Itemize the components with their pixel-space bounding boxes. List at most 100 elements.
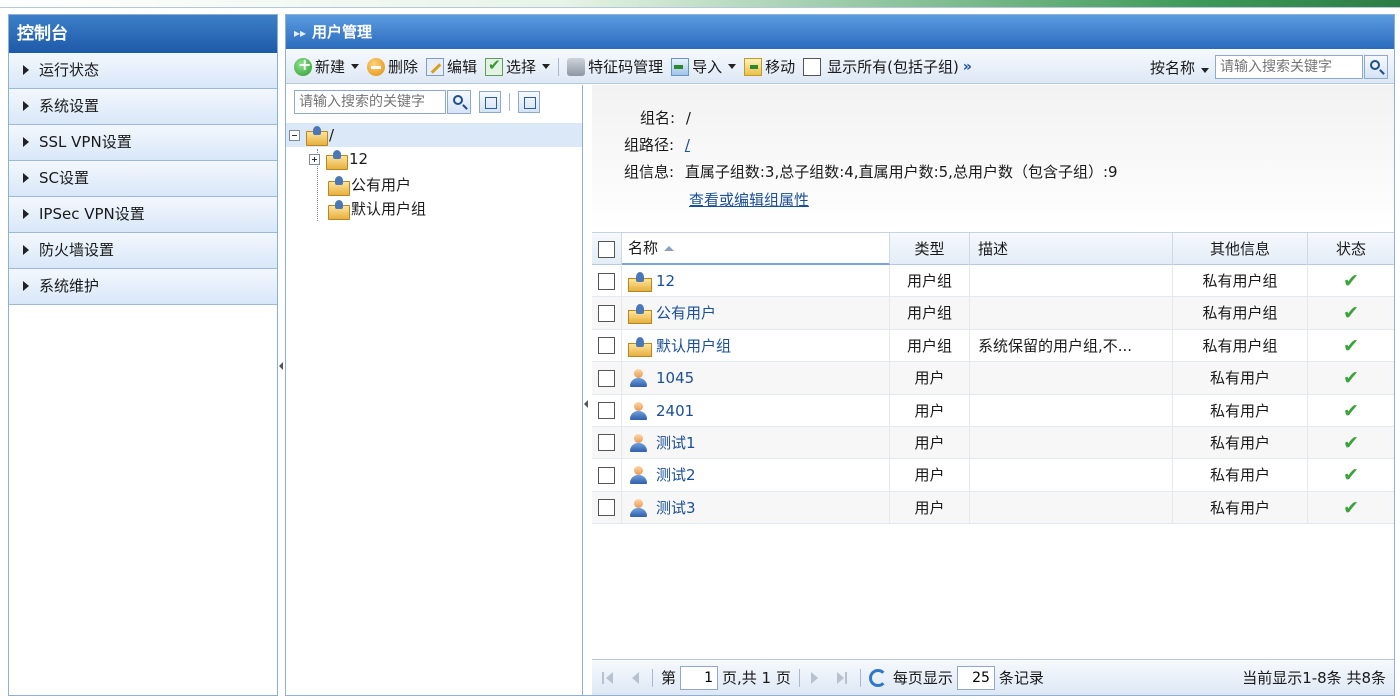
column-header-other[interactable]: 其他信息	[1173, 233, 1308, 265]
more-tools-icon[interactable]: »	[963, 59, 972, 75]
row-checkbox[interactable]	[598, 337, 615, 355]
table-row[interactable]: 测试2 用户 私有用户 ✔	[592, 459, 1394, 492]
sort-asc-icon	[664, 245, 675, 251]
collapse-icon[interactable]	[289, 129, 300, 141]
per-page-label: 每页显示	[892, 669, 953, 687]
caret-right-icon	[23, 64, 29, 75]
expand-icon[interactable]	[309, 153, 320, 165]
sidebar-item-ipsec-vpn[interactable]: IPSec VPN设置	[9, 197, 277, 233]
tree-node-12[interactable]: 12	[309, 150, 368, 170]
row-name-link[interactable]: 公有用户	[656, 297, 716, 329]
new-button[interactable]: 新建	[294, 55, 360, 77]
column-header-desc[interactable]: 描述	[970, 233, 1173, 265]
status-cell: ✔	[1308, 297, 1394, 329]
column-header-name[interactable]: 名称	[622, 233, 890, 265]
row-name-link[interactable]: 测试1	[656, 427, 696, 459]
row-checkbox[interactable]	[598, 434, 615, 452]
top-strip	[0, 0, 1400, 8]
tree-list-icon[interactable]	[518, 91, 540, 113]
tree-node-public-users[interactable]: 公有用户	[328, 174, 412, 196]
row-checkbox[interactable]	[598, 499, 615, 517]
column-header-status[interactable]: 状态	[1308, 233, 1394, 265]
search-button[interactable]	[1364, 55, 1388, 79]
column-header-type[interactable]: 类型	[890, 233, 970, 265]
refresh-icon[interactable]	[868, 668, 887, 687]
row-name-link[interactable]: 2401	[656, 395, 694, 427]
row-name-link[interactable]: 测试3	[656, 492, 696, 524]
dropdown-caret-icon[interactable]	[542, 64, 551, 69]
sidebar-item-firewall[interactable]: 防火墙设置	[9, 233, 277, 269]
search-by-label: 按名称	[1149, 58, 1195, 77]
check-icon: ✔	[1343, 270, 1359, 292]
name-cell: 2401	[622, 394, 890, 427]
table-row[interactable]: 测试1 用户 私有用户 ✔	[592, 426, 1394, 460]
row-checkbox[interactable]	[598, 466, 615, 484]
row-name-link[interactable]: 12	[656, 265, 675, 297]
desc-cell	[970, 394, 1173, 427]
table-row[interactable]: 1045 用户 私有用户 ✔	[592, 362, 1394, 395]
toolbar-divider	[558, 57, 560, 76]
row-checkbox[interactable]	[598, 402, 615, 420]
sidebar-item-label: 防火墙设置	[39, 241, 115, 259]
row-select-cell	[592, 459, 622, 492]
pager-divider	[859, 668, 861, 687]
name-cell: 1045	[622, 362, 890, 395]
name-cell: 测试3	[622, 491, 890, 524]
row-checkbox[interactable]	[598, 369, 615, 387]
row-select-cell	[592, 265, 622, 297]
row-checkbox[interactable]	[598, 304, 615, 322]
table-row[interactable]: 2401 用户 私有用户 ✔	[592, 394, 1394, 427]
table-row[interactable]: 12 用户组 私有用户组 ✔	[592, 265, 1394, 298]
show-all-checkbox[interactable]	[803, 57, 822, 76]
edit-group-properties-link[interactable]: 查看或编辑组属性	[689, 191, 809, 209]
tree-node-root[interactable]: /	[289, 126, 335, 146]
per-page-input[interactable]	[956, 665, 995, 690]
group-path-link[interactable]: /	[685, 136, 690, 154]
group-info-label: 组信息:	[624, 163, 675, 181]
prev-page-icon[interactable]	[626, 670, 642, 686]
first-page-icon[interactable]	[600, 670, 616, 686]
sidebar-item-system-settings[interactable]: 系统设置	[9, 89, 277, 125]
last-page-icon[interactable]	[834, 670, 850, 686]
edit-button[interactable]: 编辑	[426, 56, 477, 77]
feature-code-button[interactable]: 特征码管理	[567, 56, 663, 77]
select-all-checkbox[interactable]	[598, 240, 615, 258]
select-button[interactable]: 选择	[485, 56, 551, 77]
sidebar-item-sc[interactable]: SC设置	[9, 161, 277, 197]
dropdown-caret-icon[interactable]	[728, 64, 737, 69]
other-cell: 私有用户	[1173, 362, 1308, 395]
sidebar-item-run-status[interactable]: 运行状态	[9, 53, 277, 89]
show-all-toggle[interactable]: 显示所有(包括子组)»	[803, 56, 972, 77]
dropdown-caret-icon[interactable]	[351, 64, 360, 69]
sidebar-item-maintenance[interactable]: 系统维护	[9, 269, 277, 305]
tree-node-label: 公有用户	[351, 176, 412, 194]
tree-expand-icon[interactable]	[479, 91, 501, 113]
sidebar-item-label: 系统维护	[39, 277, 100, 295]
table-row[interactable]: 默认用户组 用户组 系统保留的用户组,不... 私有用户组 ✔	[592, 329, 1394, 363]
row-name-link[interactable]: 1045	[656, 362, 694, 394]
sidebar-item-ssl-vpn[interactable]: SSL VPN设置	[9, 125, 277, 161]
next-page-icon[interactable]	[808, 670, 824, 686]
page-number-input[interactable]	[680, 665, 719, 690]
group-name-value: /	[685, 109, 691, 127]
tree-node-default-group[interactable]: 默认用户组	[328, 198, 426, 220]
search-by-select[interactable]: 按名称	[1150, 57, 1209, 78]
tree-search-row	[294, 90, 540, 114]
add-circle-icon	[294, 55, 312, 76]
move-button[interactable]: 移动	[744, 56, 795, 77]
feature-code-label: 特征码管理	[588, 58, 664, 76]
delete-button[interactable]: 删除	[367, 56, 418, 77]
row-checkbox[interactable]	[598, 272, 615, 290]
dropdown-caret-icon[interactable]	[1201, 67, 1209, 73]
group-info-row: 组信息: 直属子组数:3,总子组数:4,直属用户数:5,总用户数（包含子组）:9	[624, 161, 1118, 182]
tree-search-button[interactable]	[447, 90, 471, 114]
table-row[interactable]: 公有用户 用户组 私有用户组 ✔	[592, 297, 1394, 330]
row-name-link[interactable]: 测试2	[656, 459, 696, 491]
row-name-link[interactable]: 默认用户组	[656, 330, 731, 362]
table-row[interactable]: 测试3 用户 私有用户 ✔	[592, 491, 1394, 525]
tree-search-input[interactable]	[294, 90, 446, 114]
tree-node-label: /	[329, 126, 335, 144]
search-input[interactable]	[1215, 55, 1363, 79]
pagination-bar: 第 页,共 1 页 每页显示 条记录 当前显示1-8条 共8条	[592, 659, 1394, 695]
import-button[interactable]: 导入	[671, 56, 737, 77]
